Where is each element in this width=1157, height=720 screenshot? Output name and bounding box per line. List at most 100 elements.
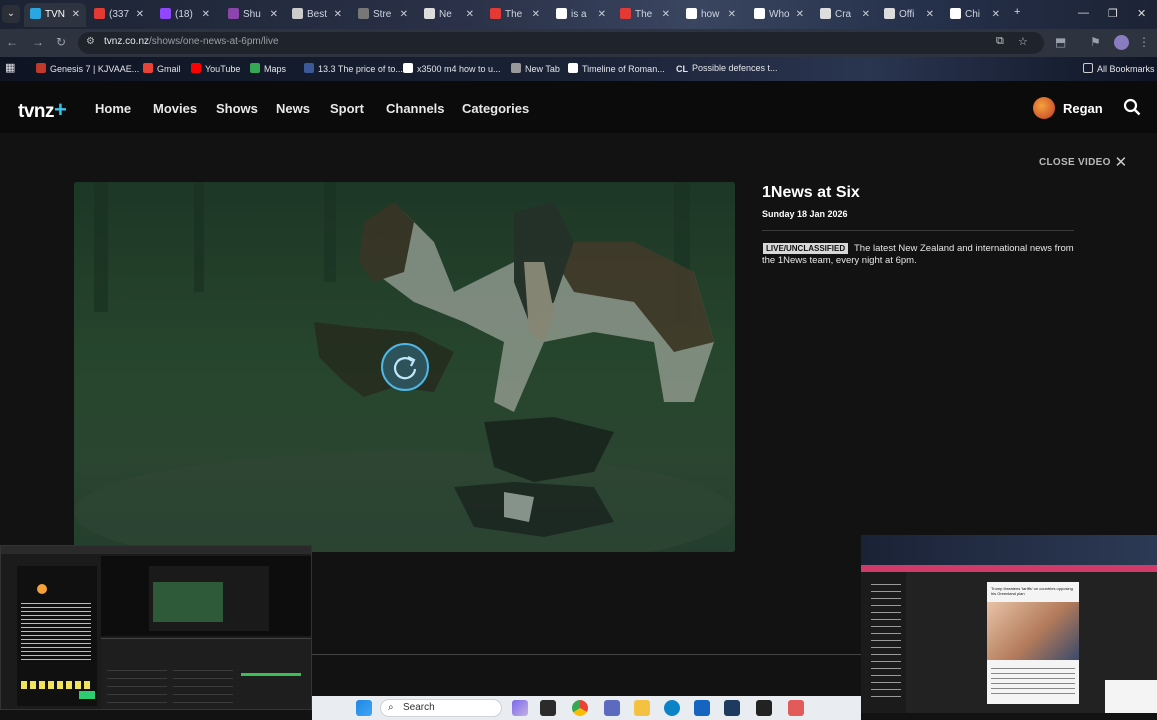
browser-tab-strip: ⌄ TVN ✕ (337 ✕ (18) ✕ Shu ✕ Best ✕ Stre ✕ Ne ✕ The ✕ is … [0, 0, 1157, 29]
tab-close-icon[interactable]: ✕ [202, 3, 210, 27]
bookmark-item[interactable]: Timeline of Roman... [568, 63, 665, 74]
extensions-icon[interactable]: ⬒ [1055, 35, 1066, 49]
close-video-button[interactable]: CLOSE VIDEO ✕ [1039, 153, 1128, 171]
tab-favicon-icon [490, 8, 501, 19]
browser-tab[interactable]: is a ✕ [550, 3, 612, 27]
new-tab-button[interactable]: + [1014, 6, 1020, 18]
tab-close-icon[interactable]: ✕ [466, 3, 474, 27]
bookmark-item[interactable]: Genesis 7 | KJVAAE... [36, 63, 139, 74]
browser-tab[interactable]: (337 ✕ [88, 3, 150, 27]
tab-close-icon[interactable]: ✕ [662, 3, 670, 27]
tab-close-icon[interactable]: ✕ [72, 3, 80, 27]
tab-close-icon[interactable]: ✕ [862, 3, 870, 27]
tab-close-icon[interactable]: ✕ [992, 3, 1000, 27]
search-icon[interactable] [1123, 98, 1141, 116]
mini-side-panel [1105, 680, 1157, 713]
apps-grid-icon[interactable]: ▦ [5, 61, 15, 74]
app-icon[interactable] [756, 700, 772, 716]
chrome-icon[interactable] [572, 700, 588, 716]
tab-close-icon[interactable]: ✕ [334, 3, 342, 27]
browser-tab[interactable]: Best ✕ [286, 3, 348, 27]
taskbar-search[interactable]: Search [380, 699, 502, 717]
browser-tab[interactable]: Shu ✕ [222, 3, 284, 27]
address-bar[interactable]: ⚙ tvnz.co.nz/shows/one-news-at-6pm/live … [78, 32, 1044, 54]
tab-search-menu-icon[interactable]: ⌄ [2, 5, 20, 23]
browser-tab[interactable]: Cra ✕ [814, 3, 876, 27]
active-app-icon[interactable] [788, 700, 804, 716]
minimize-icon[interactable]: — [1078, 7, 1089, 19]
tab-label: (18) [175, 9, 193, 20]
browser-tab[interactable]: how ✕ [680, 3, 742, 27]
tvnz-logo[interactable]: tvnz+ [18, 97, 67, 123]
bookmark-item[interactable]: YouTube [191, 63, 240, 74]
profile-avatar[interactable] [1114, 35, 1129, 50]
site-info-icon[interactable]: ⚙ [86, 36, 95, 47]
loading-spinner [381, 343, 429, 391]
edge-icon[interactable] [664, 700, 680, 716]
bookmark-favicon-icon [191, 63, 201, 73]
tab-close-icon[interactable]: ✕ [532, 3, 540, 27]
store-icon[interactable] [724, 700, 740, 716]
all-bookmarks[interactable]: All Bookmarks [1083, 63, 1155, 74]
outlook-icon[interactable] [694, 700, 710, 716]
send-button[interactable] [79, 691, 95, 699]
copilot-icon[interactable] [604, 700, 620, 716]
maximize-icon[interactable]: ❐ [1108, 7, 1118, 20]
show-title: 1News at Six [762, 184, 860, 201]
mini-sidebar [861, 572, 906, 713]
nav-item-movies[interactable]: Movies [153, 101, 197, 116]
bookmark-label: Timeline of Roman... [582, 64, 665, 74]
nav-item-news[interactable]: News [276, 101, 310, 116]
mini-article-text [991, 664, 1075, 694]
browser-tab[interactable]: Chi ✕ [944, 3, 1006, 27]
username[interactable]: Regan [1063, 101, 1103, 116]
bookmark-item[interactable]: Gmail [143, 63, 181, 74]
overlay-window-right[interactable]: Trump threatens 'tariffs' on countries o… [861, 535, 1157, 713]
user-avatar[interactable] [1033, 97, 1055, 119]
tab-close-icon[interactable]: ✕ [136, 3, 144, 27]
nav-item-channels[interactable]: Channels [386, 101, 445, 116]
task-view-icon[interactable] [540, 700, 556, 716]
browser-tab[interactable]: (18) ✕ [154, 3, 216, 27]
nav-item-categories[interactable]: Categories [462, 101, 529, 116]
tab-close-icon[interactable]: ✕ [926, 3, 934, 27]
tab-close-icon[interactable]: ✕ [400, 3, 408, 27]
bookmark-label: YouTube [205, 64, 241, 74]
browser-tab[interactable]: Offi ✕ [878, 3, 940, 27]
reload-icon[interactable]: ↻ [56, 35, 66, 49]
nav-item-home[interactable]: Home [95, 101, 131, 116]
browser-tab[interactable]: The ✕ [484, 3, 546, 27]
tab-close-icon[interactable]: ✕ [796, 3, 804, 27]
bookmark-item[interactable]: New Tab [511, 63, 560, 74]
close-window-icon[interactable]: ✕ [1137, 7, 1146, 20]
forward-icon[interactable]: → [32, 35, 44, 49]
chrome-menu-icon[interactable]: ⋮ [1138, 35, 1150, 49]
browser-tab[interactable]: Who ✕ [748, 3, 810, 27]
browser-tab[interactable]: Ne ✕ [418, 3, 480, 27]
browser-tab[interactable]: TVN ✕ [24, 3, 86, 27]
windows-taskbar: Search ⌕ [312, 696, 861, 720]
bookmark-item[interactable]: 13.3 The price of to... [304, 63, 403, 74]
back-icon[interactable]: ← [6, 35, 18, 49]
bookmark-item[interactable]: x3500 m4 how to u... [403, 63, 501, 74]
start-icon[interactable] [356, 700, 372, 716]
browser-tab[interactable]: Stre ✕ [352, 3, 414, 27]
tab-close-icon[interactable]: ✕ [270, 3, 278, 27]
extension-icon[interactable]: ⚑ [1090, 35, 1101, 49]
tab-close-icon[interactable]: ✕ [598, 3, 606, 27]
tab-favicon-icon [620, 8, 631, 19]
browser-tab[interactable]: The ✕ [614, 3, 676, 27]
file-explorer-icon[interactable] [634, 700, 650, 716]
video-player[interactable] [74, 182, 735, 552]
overlay-window-left[interactable] [0, 545, 312, 710]
bookmark-star-icon[interactable]: ☆ [1018, 35, 1028, 48]
nav-item-shows[interactable]: Shows [216, 101, 258, 116]
bookmark-item[interactable]: Maps [250, 63, 286, 74]
install-app-icon[interactable]: ⧉ [996, 35, 1004, 48]
bookmarks-bar: ▦ Genesis 7 | KJVAAE... Gmail YouTube Maps 1… [0, 57, 1157, 81]
tab-favicon-icon [292, 8, 303, 19]
widgets-icon[interactable] [512, 700, 528, 716]
tab-close-icon[interactable]: ✕ [728, 3, 736, 27]
bookmark-item[interactable]: CL Possible defences t... [676, 63, 778, 74]
nav-item-sport[interactable]: Sport [330, 101, 364, 116]
